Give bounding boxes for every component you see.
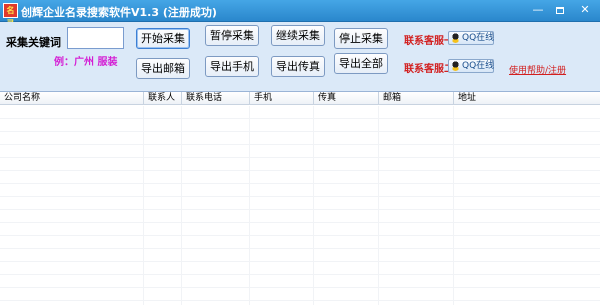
qq-penguin-icon xyxy=(451,61,460,71)
table-row[interactable] xyxy=(0,171,600,184)
table-row[interactable] xyxy=(0,132,600,145)
table-row[interactable] xyxy=(0,288,600,301)
table-row[interactable] xyxy=(0,197,600,210)
table-row[interactable] xyxy=(0,275,600,288)
keyword-label: 采集关键词 xyxy=(6,36,61,49)
column-header-fax[interactable]: 传真 xyxy=(314,92,379,105)
close-button[interactable]: ✕ xyxy=(572,2,598,18)
keyword-example-hint: 例：广州 服装 xyxy=(54,57,118,68)
start-collect-button[interactable]: 开始采集 xyxy=(136,28,190,49)
qq-penguin-icon xyxy=(451,33,460,43)
maximize-button[interactable] xyxy=(550,2,570,18)
column-header-phone[interactable]: 联系电话 xyxy=(182,92,250,105)
pause-collect-button[interactable]: 暂停采集 xyxy=(205,25,259,46)
table-row[interactable] xyxy=(0,145,600,158)
qq-label: QQ在线 xyxy=(462,33,495,43)
keyword-input[interactable] xyxy=(67,27,124,49)
table-body xyxy=(0,106,600,305)
table-row[interactable] xyxy=(0,106,600,119)
export-all-button[interactable]: 导出全部 xyxy=(334,53,388,74)
qq-online-button-2[interactable]: QQ在线 xyxy=(448,59,494,73)
table-row[interactable] xyxy=(0,119,600,132)
table-row[interactable] xyxy=(0,184,600,197)
help-register-link[interactable]: 使用帮助/注册 xyxy=(509,63,566,76)
table-row[interactable] xyxy=(0,158,600,171)
table-row[interactable] xyxy=(0,262,600,275)
results-table[interactable]: 公司名称 联系人 联系电话 手机 传真 邮箱 地址 xyxy=(0,91,600,305)
column-header-company[interactable]: 公司名称 xyxy=(0,92,144,105)
window-title: 创辉企业名录搜索软件V1.3 (注册成功) xyxy=(21,6,217,19)
toolbar: 采集关键词 例：广州 服装 开始采集 暂停采集 继续采集 停止采集 导出邮箱 导… xyxy=(0,22,600,91)
column-header-email[interactable]: 邮箱 xyxy=(379,92,454,105)
export-fax-button[interactable]: 导出传真 xyxy=(271,56,325,77)
stop-collect-button[interactable]: 停止采集 xyxy=(334,28,388,49)
app-logo-icon: 名录 xyxy=(3,3,18,28)
column-header-contact[interactable]: 联系人 xyxy=(144,92,182,105)
resume-collect-button[interactable]: 继续采集 xyxy=(271,25,325,46)
minimize-button[interactable]: — xyxy=(528,2,548,18)
table-header: 公司名称 联系人 联系电话 手机 传真 邮箱 地址 xyxy=(0,92,600,105)
table-row[interactable] xyxy=(0,236,600,249)
column-header-mobile[interactable]: 手机 xyxy=(250,92,314,105)
qq-label: QQ在线 xyxy=(462,61,495,71)
title-bar: 名录 创辉企业名录搜索软件V1.3 (注册成功) — ✕ xyxy=(0,0,600,28)
qq-online-button-1[interactable]: QQ在线 xyxy=(448,31,494,45)
export-email-button[interactable]: 导出邮箱 xyxy=(136,58,190,79)
column-header-address[interactable]: 地址 xyxy=(454,92,600,105)
table-row[interactable] xyxy=(0,249,600,262)
maximize-icon xyxy=(556,6,564,14)
table-row[interactable] xyxy=(0,210,600,223)
table-row[interactable] xyxy=(0,223,600,236)
export-mobile-button[interactable]: 导出手机 xyxy=(205,56,259,77)
